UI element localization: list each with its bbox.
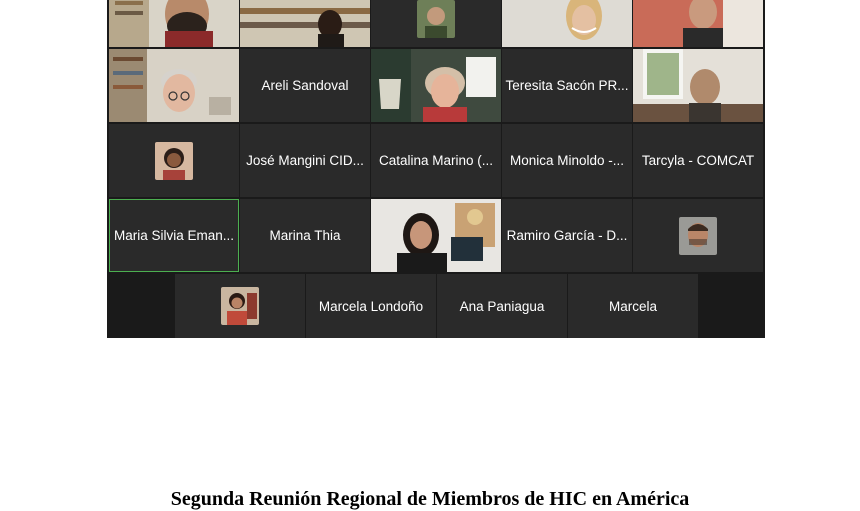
participant-video bbox=[109, 0, 239, 47]
participant-tile-name[interactable]: Monica Minoldo -... bbox=[502, 124, 632, 197]
participant-video bbox=[502, 0, 632, 47]
participant-tile-avatar[interactable] bbox=[175, 274, 305, 338]
participant-name: Tarcyla - COMCAT bbox=[641, 153, 755, 168]
participant-avatar bbox=[417, 0, 455, 38]
participant-video bbox=[633, 0, 763, 47]
participant-tile-name[interactable]: José Mangini CID... bbox=[240, 124, 370, 197]
participant-video-tile[interactable] bbox=[502, 0, 632, 47]
participant-video bbox=[240, 0, 370, 47]
participant-name: Maria Silvia Eman... bbox=[113, 228, 235, 243]
participant-video bbox=[371, 49, 501, 122]
participant-video-tile[interactable] bbox=[633, 49, 763, 122]
participant-video bbox=[371, 199, 501, 272]
participant-avatar bbox=[221, 287, 259, 325]
participant-video bbox=[109, 49, 239, 122]
participant-tile-name[interactable]: Teresita Sacón PR... bbox=[502, 49, 632, 122]
participant-tile-avatar[interactable] bbox=[109, 124, 239, 197]
participant-avatar bbox=[155, 141, 193, 180]
participant-video-tile[interactable] bbox=[240, 0, 370, 47]
participant-tile-name[interactable]: Catalina Marino (... bbox=[371, 124, 501, 197]
participant-tile-avatar[interactable] bbox=[633, 199, 763, 272]
participant-video-tile[interactable] bbox=[109, 49, 239, 122]
participant-name: Marina Thia bbox=[269, 228, 341, 243]
participant-avatar bbox=[679, 216, 717, 255]
participant-name: Ramiro García - D... bbox=[506, 228, 628, 243]
participant-video-tile[interactable] bbox=[371, 199, 501, 272]
participant-name: Marcela bbox=[608, 298, 657, 314]
participant-name: Ana Paniagua bbox=[459, 298, 545, 314]
participant-video bbox=[633, 49, 763, 122]
participant-name: Catalina Marino (... bbox=[378, 153, 494, 168]
participant-tile-name[interactable]: Tarcyla - COMCAT bbox=[633, 124, 763, 197]
participant-tile-name[interactable]: Areli Sandoval bbox=[240, 49, 370, 122]
participant-tile-name[interactable]: Marcela Londoño bbox=[306, 274, 436, 338]
participant-tile-avatar[interactable] bbox=[371, 0, 501, 47]
participant-name: Marcela Londoño bbox=[318, 298, 424, 314]
participant-tile-active-speaker[interactable]: Maria Silvia Eman... bbox=[109, 199, 239, 272]
participant-tile-name[interactable]: Ramiro García - D... bbox=[502, 199, 632, 272]
participant-name: Teresita Sacón PR... bbox=[505, 78, 629, 93]
participant-tile-name[interactable]: Ana Paniagua bbox=[437, 274, 567, 338]
video-conference-grid: Areli Sandoval Teresita Sacón PR... José… bbox=[107, 0, 765, 338]
participant-name: José Mangini CID... bbox=[246, 153, 364, 168]
participant-video-tile[interactable] bbox=[633, 0, 763, 47]
participant-name: Monica Minoldo -... bbox=[509, 153, 625, 168]
participant-name: Areli Sandoval bbox=[261, 78, 349, 93]
participant-tile-name[interactable]: Marina Thia bbox=[240, 199, 370, 272]
participant-video-tile[interactable] bbox=[109, 0, 239, 47]
participant-video-tile[interactable] bbox=[371, 49, 501, 122]
participant-tile-name[interactable]: Marcela bbox=[568, 274, 698, 338]
